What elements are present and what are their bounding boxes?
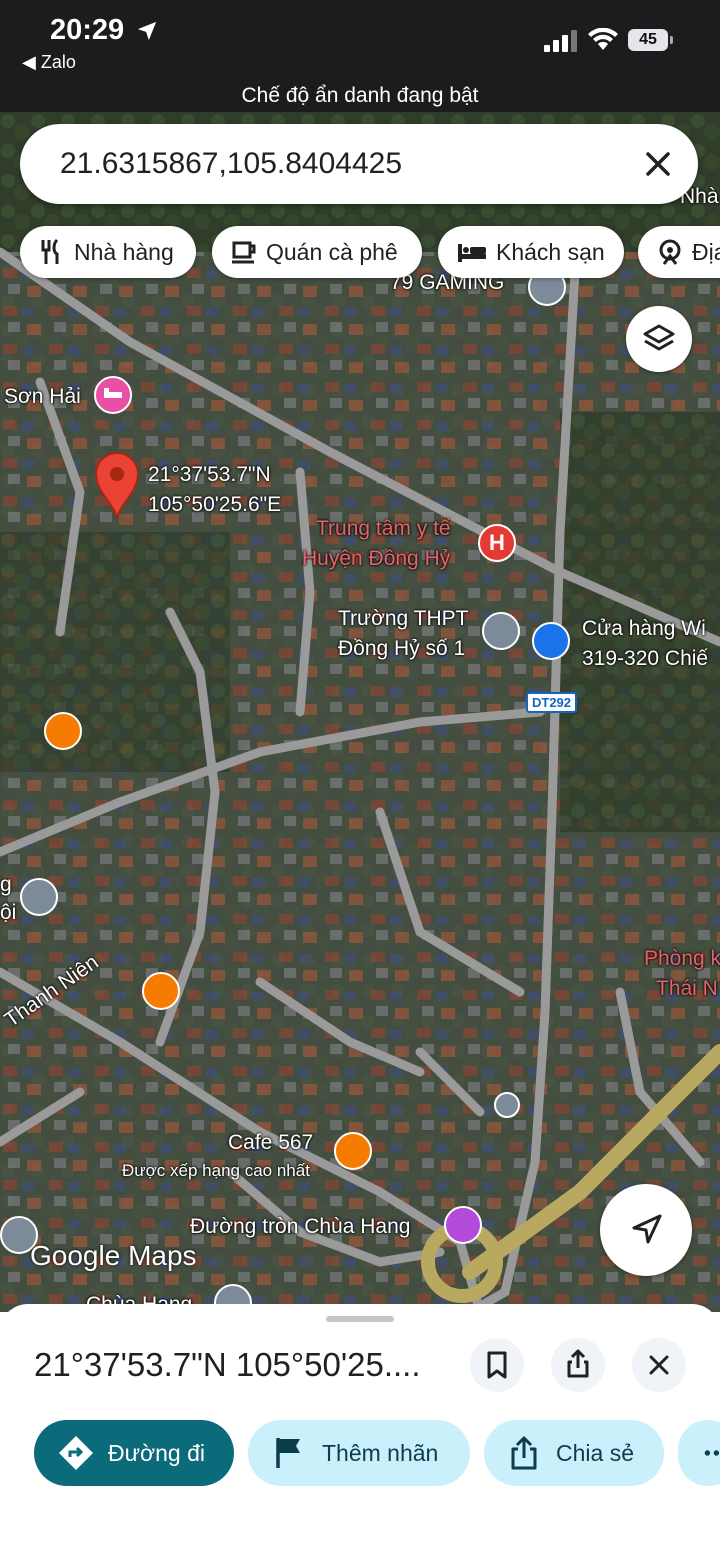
place-label-store-1[interactable]: Cửa hàng Wi [582, 616, 706, 642]
share-label: Chia sẻ [556, 1439, 634, 1466]
share-icon-button[interactable] [551, 1338, 605, 1392]
place-title: 21°37'53.7"N 105°50'25.... [34, 1346, 421, 1383]
restaurant-pin-icon[interactable] [44, 712, 82, 750]
layers-icon [643, 324, 675, 351]
camera-pin-icon[interactable] [444, 1206, 482, 1244]
place-label-school-1[interactable]: Trường THPT [338, 606, 469, 632]
my-location-button[interactable] [600, 1184, 692, 1276]
place-label-cafe[interactable]: Cafe 567 [228, 1130, 313, 1156]
wifi-icon [588, 28, 618, 50]
fork-knife-icon [41, 238, 59, 264]
save-button[interactable] [470, 1338, 524, 1392]
flag-icon [276, 1438, 300, 1468]
attraction-icon [659, 239, 681, 265]
navigation-arrow-icon [632, 1214, 662, 1244]
chip-attractions[interactable]: Địa [638, 226, 720, 278]
chip-label: Khách sạn [496, 238, 605, 265]
status-bar: 20:29 ◀ Zalo 45 Chế độ ẩn danh đang bật [0, 0, 720, 112]
search-input[interactable]: 21.6315867,105.8404425 [60, 147, 402, 181]
place-label-school-2[interactable]: Đồng Hỷ số 1 [338, 636, 465, 662]
road-shield-dt292: DT292 [526, 692, 578, 713]
place-bottom-sheet: 21°37'53.7"N 105°50'25.... Đường đi Thêm… [0, 1304, 720, 1557]
category-chips: Nhà hàng Quán cà phê Khách sạn Địa [20, 226, 720, 280]
place-label-cafe-sub: Được xếp hạng cao nhất [122, 1161, 310, 1180]
layers-button[interactable] [626, 306, 692, 372]
battery-indicator: 45 [628, 29, 668, 51]
map-imagery [0, 112, 720, 1312]
drag-handle[interactable] [326, 1316, 394, 1322]
more-dots-icon [704, 1450, 720, 1456]
place-label-hospital-2[interactable]: Huyện Đồng Hỷ [302, 546, 450, 572]
close-icon [649, 1355, 669, 1375]
pin-lng-label: 105°50'25.6"E [148, 493, 282, 516]
incognito-banner: Chế độ ẩn danh đang bật [241, 84, 479, 107]
chip-label: Nhà hàng [74, 238, 174, 265]
share-icon [511, 1436, 537, 1470]
place-label-roundabout[interactable]: Đường tròn Chùa Hang [190, 1214, 410, 1240]
chip-cafes[interactable]: Quán cà phê [212, 226, 422, 278]
satellite-map[interactable]: 79 GAMING Nhà Sơn Hải 21°37'53.7"N 105°5… [0, 112, 720, 1312]
add-label-label: Thêm nhãn [322, 1439, 439, 1466]
add-label-button[interactable]: Thêm nhãn [248, 1420, 470, 1486]
chip-label: Địa [692, 238, 720, 265]
chip-label: Quán cà phê [266, 238, 398, 265]
coffee-icon [232, 241, 256, 264]
share-button[interactable]: Chia sẻ [484, 1420, 664, 1486]
location-arrow-icon [137, 21, 157, 41]
directions-icon [59, 1436, 93, 1470]
place-label-hospital-1[interactable]: Trung tâm y tế [316, 516, 451, 542]
battery-nub [670, 36, 673, 44]
directions-label: Đường đi [108, 1439, 205, 1466]
status-time: 20:29 [50, 14, 125, 46]
cell-signal-icon [544, 30, 577, 52]
more-actions-button[interactable] [678, 1420, 720, 1486]
cafe-pin-icon[interactable] [334, 1132, 372, 1170]
hotel-pin-icon[interactable] [94, 376, 132, 414]
back-to-app-link[interactable]: ◀ Zalo [22, 52, 76, 73]
google-maps-logo: Google Maps [30, 1240, 197, 1271]
dropped-pin-icon[interactable] [94, 452, 140, 520]
chip-restaurants[interactable]: Nhà hàng [20, 226, 196, 278]
bookmark-icon [487, 1351, 507, 1379]
place-label-son-hai[interactable]: Sơn Hải [4, 384, 81, 410]
place-label-clinic-2[interactable]: Thái N [656, 976, 718, 1002]
close-icon[interactable] [642, 148, 674, 180]
search-bar[interactable]: 21.6315867,105.8404425 [20, 124, 698, 204]
place-label-left-edge-1[interactable]: g [0, 872, 12, 898]
hospital-pin-icon[interactable]: H [478, 524, 516, 562]
close-sheet-button[interactable] [632, 1338, 686, 1392]
place-label-left-edge-2[interactable]: ội [0, 900, 16, 926]
share-icon [567, 1349, 589, 1378]
place-pin-icon[interactable] [20, 878, 58, 916]
directions-button[interactable]: Đường đi [34, 1420, 234, 1486]
school-pin-icon[interactable] [482, 612, 520, 650]
bus-stop-icon[interactable] [494, 1092, 520, 1118]
bar-pin-icon[interactable] [142, 972, 180, 1010]
chip-hotels[interactable]: Khách sạn [438, 226, 624, 278]
shopping-cart-pin-icon[interactable] [532, 622, 570, 660]
place-label-clinic-1[interactable]: Phòng kha [644, 946, 720, 972]
place-label-store-2[interactable]: 319-320 Chiế [582, 646, 708, 672]
bed-icon [458, 244, 486, 262]
pin-lat-label: 21°37'53.7"N [148, 463, 271, 486]
